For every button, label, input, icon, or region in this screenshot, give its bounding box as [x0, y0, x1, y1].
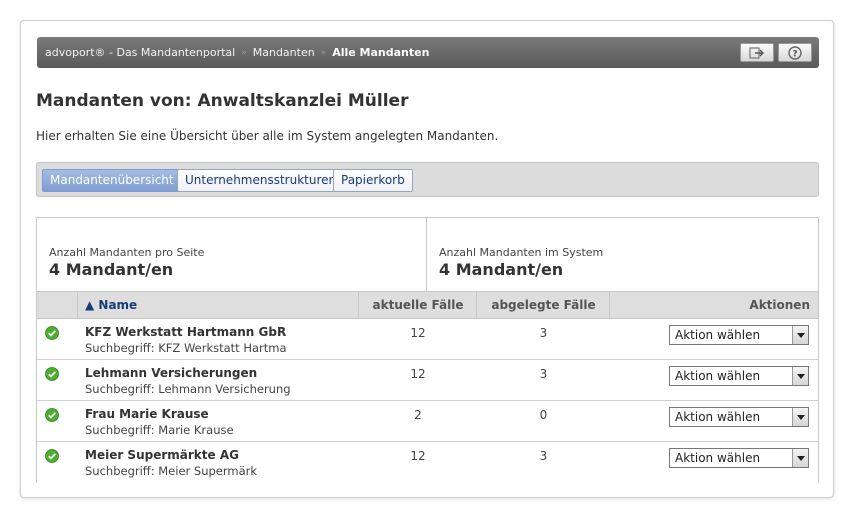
stat-in-system-label: Anzahl Mandanten im System	[439, 246, 604, 259]
help-button[interactable]: ?	[778, 43, 812, 62]
chevron-down-icon[interactable]	[792, 449, 808, 467]
stat-per-page-value: 4 Mandant/en	[49, 260, 174, 279]
column-header-archived: abgelegte Fälle	[491, 298, 596, 312]
current-cases: 2	[414, 408, 422, 422]
chevron-down-icon[interactable]	[792, 326, 808, 344]
stat-per-page-label: Anzahl Mandanten pro Seite	[49, 246, 205, 259]
mandanten-table: Anzahl Mandanten pro Seite 4 Mandant/en …	[36, 217, 819, 483]
mandant-name[interactable]: Meier Supermärkte AG	[85, 448, 239, 462]
page-title: Mandanten von: Anwaltskanzlei Müller	[36, 91, 409, 111]
action-select-value: Aktion wählen	[675, 328, 761, 342]
current-cases: 12	[410, 367, 426, 381]
breadcrumb-home[interactable]: advoport® - Das Mandantenportal	[45, 46, 235, 59]
switch-icon	[749, 46, 764, 59]
current-cases: 12	[410, 326, 426, 340]
current-cases: 12	[410, 449, 426, 463]
action-select[interactable]: Aktion wählen	[669, 325, 809, 345]
action-select-value: Aktion wählen	[675, 369, 761, 383]
switch-button[interactable]	[740, 43, 774, 62]
mandant-search-term: Suchbegriff: Lehmann Versicherung	[85, 382, 291, 396]
column-header-current: aktuelle Fälle	[372, 298, 464, 312]
column-header-actions: Aktionen	[749, 298, 810, 312]
table-header: ▲ Name aktuelle Fälle abgelegte Fälle Ak…	[37, 292, 818, 319]
mandant-name[interactable]: Frau Marie Krause	[85, 407, 209, 421]
help-icon: ?	[788, 45, 802, 60]
breadcrumb-separator: »	[241, 47, 247, 58]
action-select[interactable]: Aktion wählen	[669, 407, 809, 427]
svg-text:?: ?	[792, 49, 797, 59]
breadcrumb-separator: »	[320, 47, 327, 58]
table-row[interactable]: Lehmann Versicherungen Suchbegriff: Lehm…	[37, 360, 818, 401]
tab-mandantenuebersicht[interactable]: Mandantenübersicht	[42, 169, 182, 192]
check-circle-icon	[45, 449, 59, 463]
action-select-value: Aktion wählen	[675, 451, 761, 465]
mandant-search-term: Suchbegriff: Meier Supermärk	[85, 464, 258, 478]
breadcrumb-mandanten[interactable]: Mandanten	[253, 46, 315, 59]
archived-cases: 0	[539, 408, 548, 422]
column-header-name[interactable]: ▲ Name	[85, 292, 137, 319]
breadcrumb-current: Alle Mandanten	[332, 46, 430, 59]
check-circle-icon	[45, 408, 59, 422]
stat-in-system: Anzahl Mandanten im System 4 Mandant/en	[427, 218, 818, 292]
tab-unternehmensstrukturen[interactable]: Unternehmensstrukturen	[177, 169, 345, 192]
action-select[interactable]: Aktion wählen	[669, 448, 809, 468]
table-row[interactable]: Meier Supermärkte AG Suchbegriff: Meier …	[37, 442, 818, 483]
chevron-down-icon[interactable]	[792, 408, 808, 426]
tab-bar: Mandantenübersicht Unternehmensstrukture…	[36, 162, 819, 197]
stat-in-system-value: 4 Mandant/en	[439, 260, 564, 279]
page-intro: Hier erhalten Sie eine Übersicht über al…	[36, 129, 499, 143]
check-circle-icon	[45, 367, 59, 381]
action-select[interactable]: Aktion wählen	[669, 366, 809, 386]
chevron-down-icon[interactable]	[792, 367, 808, 385]
table-row[interactable]: Frau Marie Krause Suchbegriff: Marie Kra…	[37, 401, 818, 442]
table-row[interactable]: KFZ Werkstatt Hartmann GbR Suchbegriff: …	[37, 319, 818, 360]
stat-per-page: Anzahl Mandanten pro Seite 4 Mandant/en	[37, 218, 427, 292]
archived-cases: 3	[539, 367, 548, 381]
archived-cases: 3	[539, 449, 548, 463]
mandant-search-term: Suchbegriff: Marie Krause	[85, 423, 234, 437]
stats-row: Anzahl Mandanten pro Seite 4 Mandant/en …	[37, 218, 818, 292]
tab-papierkorb[interactable]: Papierkorb	[333, 169, 413, 192]
mandant-name[interactable]: KFZ Werkstatt Hartmann GbR	[85, 325, 286, 339]
check-circle-icon	[45, 326, 59, 340]
top-navigation-bar: advoport® - Das Mandantenportal » Mandan…	[37, 37, 819, 68]
archived-cases: 3	[539, 326, 548, 340]
main-panel: advoport® - Das Mandantenportal » Mandan…	[20, 20, 834, 498]
mandant-name[interactable]: Lehmann Versicherungen	[85, 366, 257, 380]
action-select-value: Aktion wählen	[675, 410, 761, 424]
mandant-search-term: Suchbegriff: KFZ Werkstatt Hartma	[85, 341, 287, 355]
